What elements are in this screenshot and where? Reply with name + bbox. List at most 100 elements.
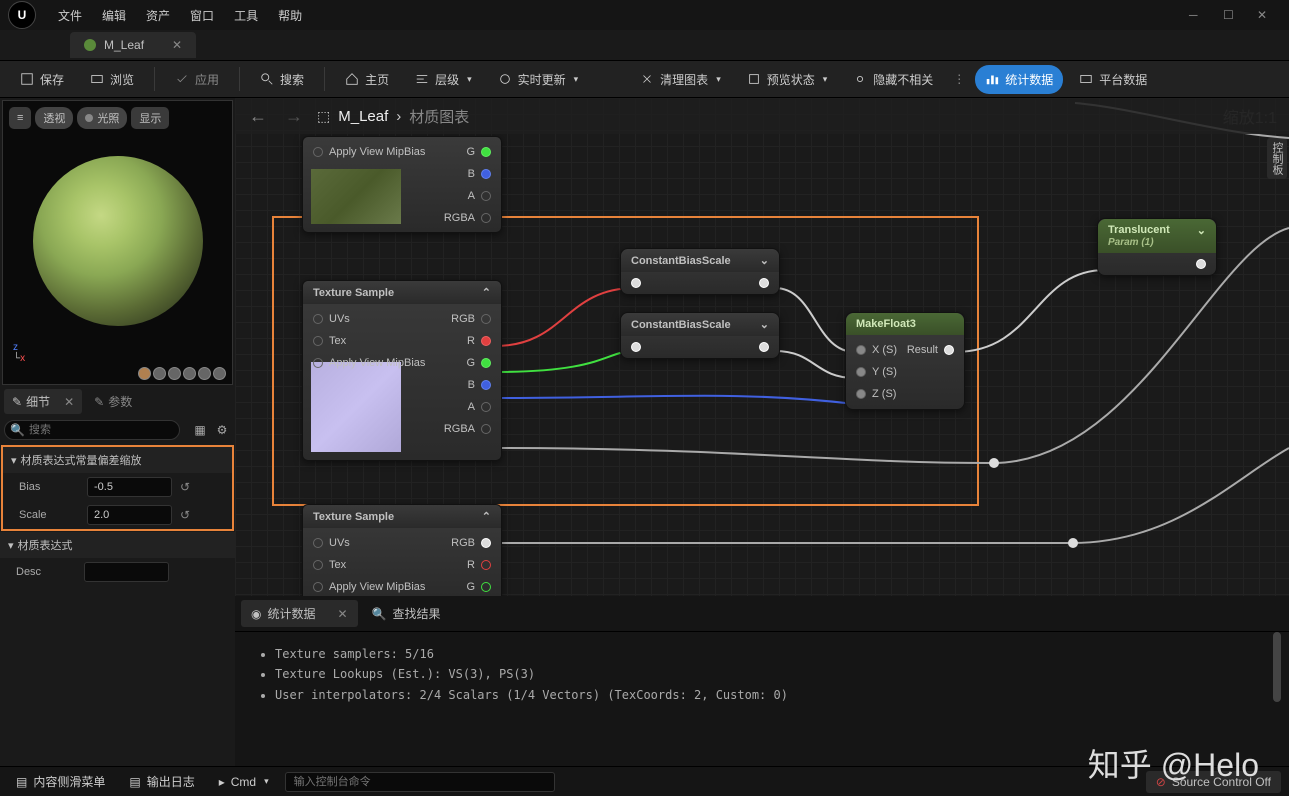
content-drawer-button[interactable]: ▤内容侧滑菜单 — [8, 769, 113, 794]
drawer-icon: ▤ — [16, 775, 27, 789]
collapse-icon[interactable]: ⌃ — [482, 510, 491, 523]
menu-asset[interactable]: 资产 — [136, 7, 180, 24]
tab-find[interactable]: 🔍查找结果 — [362, 600, 451, 627]
search-icon: 🔍 — [372, 607, 387, 621]
light-button[interactable]: 光照 — [77, 107, 127, 129]
prop-scale: Scale ↺ — [3, 501, 232, 529]
document-tab[interactable]: M_Leaf ✕ — [70, 32, 196, 58]
graph-icon: ⬚ — [317, 108, 330, 125]
edit-icon: ✎ — [94, 395, 104, 409]
preview-sphere — [33, 156, 203, 326]
back-icon[interactable]: ← — [245, 106, 271, 127]
scale-input[interactable] — [87, 505, 172, 525]
menu-tool[interactable]: 工具 — [224, 7, 268, 24]
output-log-button[interactable]: ▤输出日志 — [121, 769, 202, 794]
minimize-icon[interactable]: ─ — [1189, 8, 1203, 22]
maximize-icon[interactable]: ☐ — [1223, 8, 1237, 22]
menu-file[interactable]: 文件 — [48, 7, 92, 24]
reset-icon[interactable]: ↺ — [180, 508, 190, 522]
save-button[interactable]: 保存 — [10, 65, 74, 94]
chevron-icon[interactable]: ⌄ — [1197, 224, 1206, 237]
desc-input[interactable] — [84, 562, 169, 582]
tab-title: M_Leaf — [104, 38, 144, 52]
close-icon[interactable]: ✕ — [1257, 8, 1271, 22]
node-constant-bias-scale[interactable]: ConstantBiasScale⌄ — [620, 248, 780, 295]
live-update-button[interactable]: 实时更新▾ — [488, 65, 589, 94]
window-controls: ─ ☐ ✕ — [1189, 8, 1281, 22]
prop-desc: Desc — [0, 558, 235, 586]
scrollbar[interactable] — [1273, 632, 1281, 702]
chevron-icon[interactable]: ⌄ — [760, 254, 769, 267]
preview-menu-icon[interactable]: ≡ — [9, 107, 31, 129]
breadcrumb: ⬚ M_Leaf › 材质图表 — [317, 106, 469, 127]
section-bias-scale: ▾材质表达式常量偏差缩放 Bias ↺ Scale ↺ — [1, 445, 234, 531]
node-texture-sample[interactable]: Texture Sample⌃ UVsRGB TexR Apply View M… — [302, 504, 502, 603]
node-constant-bias-scale[interactable]: ConstantBiasScale⌄ — [620, 312, 780, 359]
stats-icon: ◉ — [251, 607, 261, 621]
tab-close-icon[interactable]: ✕ — [338, 607, 348, 621]
search-button[interactable]: 搜索 — [250, 65, 314, 94]
zhihu-watermark: 知乎 @Helo — [1088, 740, 1259, 786]
preview-state-button[interactable]: 预览状态▾ — [737, 65, 838, 94]
palette-button[interactable]: 控制板 — [1267, 138, 1287, 179]
tab-close-icon[interactable]: ✕ — [172, 38, 182, 52]
apply-button[interactable]: 应用 — [165, 65, 229, 94]
more-icon[interactable]: ⋮ — [949, 72, 969, 86]
node-translucent[interactable]: Translucent⌄Param (1) — [1097, 218, 1217, 276]
section-header[interactable]: ▾材质表达式常量偏差缩放 — [3, 447, 232, 473]
chevron-down-icon: ▾ — [11, 454, 17, 467]
material-icon — [84, 39, 96, 51]
log-icon: ▤ — [129, 775, 140, 789]
perspective-button[interactable]: 透视 — [35, 107, 73, 129]
reroute-node[interactable] — [1068, 538, 1078, 548]
stat-line: Texture samplers: 5/16 — [275, 644, 1265, 664]
level-button[interactable]: 层级▾ — [405, 65, 482, 94]
graph-header: ← → ⬚ M_Leaf › 材质图表 — [235, 98, 1289, 134]
stats-button[interactable]: 统计数据 — [975, 65, 1063, 94]
menu-window[interactable]: 窗口 — [180, 7, 224, 24]
hide-button[interactable]: 隐藏不相关 — [843, 65, 943, 94]
section-material-expr: ▾材质表达式 Desc — [0, 532, 235, 586]
home-button[interactable]: 主页 — [335, 65, 399, 94]
menu-edit[interactable]: 编辑 — [92, 7, 136, 24]
texture-thumbnail — [311, 169, 401, 224]
material-preview[interactable]: ≡ 透视 光照 显示 z└x — [2, 100, 233, 385]
chevron-down-icon: ▾ — [8, 539, 14, 552]
clean-button[interactable]: 清理图表▾ — [630, 65, 731, 94]
cmd-dropdown[interactable]: ▸Cmd▾ — [211, 771, 277, 793]
reroute-node[interactable] — [989, 458, 999, 468]
gear-icon[interactable]: ⚙ — [213, 421, 231, 439]
prop-bias: Bias ↺ — [3, 473, 232, 501]
left-panel: ≡ 透视 光照 显示 z└x ✎细节✕ ✎参数 🔍 ▦ ⚙ ▾材质表达式常量偏差… — [0, 98, 235, 764]
tab-details[interactable]: ✎细节✕ — [4, 389, 82, 414]
show-button[interactable]: 显示 — [131, 107, 169, 129]
detail-search-row: 🔍 ▦ ⚙ — [0, 416, 235, 444]
browse-button[interactable]: 浏览 — [80, 65, 144, 94]
reset-icon[interactable]: ↺ — [180, 480, 190, 494]
node-texture-sample[interactable]: Texture Sample⌃ UVsRGB TexR Apply View M… — [302, 280, 502, 461]
node-make-float3[interactable]: MakeFloat3 X (S)Result Y (S) Z (S) — [845, 312, 965, 410]
breadcrumb-current: 材质图表 — [409, 106, 469, 127]
chevron-icon[interactable]: ⌄ — [760, 318, 769, 331]
stats-content: Texture samplers: 5/16 Texture Lookups (… — [235, 632, 1289, 717]
desc-label: Desc — [16, 566, 76, 578]
collapse-icon[interactable]: ⌃ — [482, 286, 491, 299]
section-header[interactable]: ▾材质表达式 — [0, 532, 235, 558]
console-input[interactable] — [285, 772, 555, 792]
platform-button[interactable]: 平台数据 — [1069, 65, 1157, 94]
scale-label: Scale — [19, 509, 79, 521]
menu-help[interactable]: 帮助 — [268, 7, 312, 24]
axis-gizmo: z└x — [13, 342, 25, 364]
forward-icon[interactable]: → — [281, 106, 307, 127]
breadcrumb-root[interactable]: M_Leaf — [338, 108, 388, 125]
preview-shape-modes[interactable] — [138, 367, 226, 380]
tab-stats[interactable]: ◉统计数据✕ — [241, 600, 358, 627]
tab-params[interactable]: ✎参数 — [86, 389, 140, 414]
detail-search-input[interactable] — [4, 420, 180, 440]
grid-icon[interactable]: ▦ — [191, 421, 209, 439]
bias-input[interactable] — [87, 477, 172, 497]
node-texture-sample[interactable]: Apply View MipBiasG B A RGBA — [302, 136, 502, 233]
ue-logo-icon[interactable]: U — [8, 1, 36, 29]
tab-close-icon[interactable]: ✕ — [64, 395, 74, 409]
titlebar: U 文件 编辑 资产 窗口 工具 帮助 ─ ☐ ✕ — [0, 0, 1289, 30]
